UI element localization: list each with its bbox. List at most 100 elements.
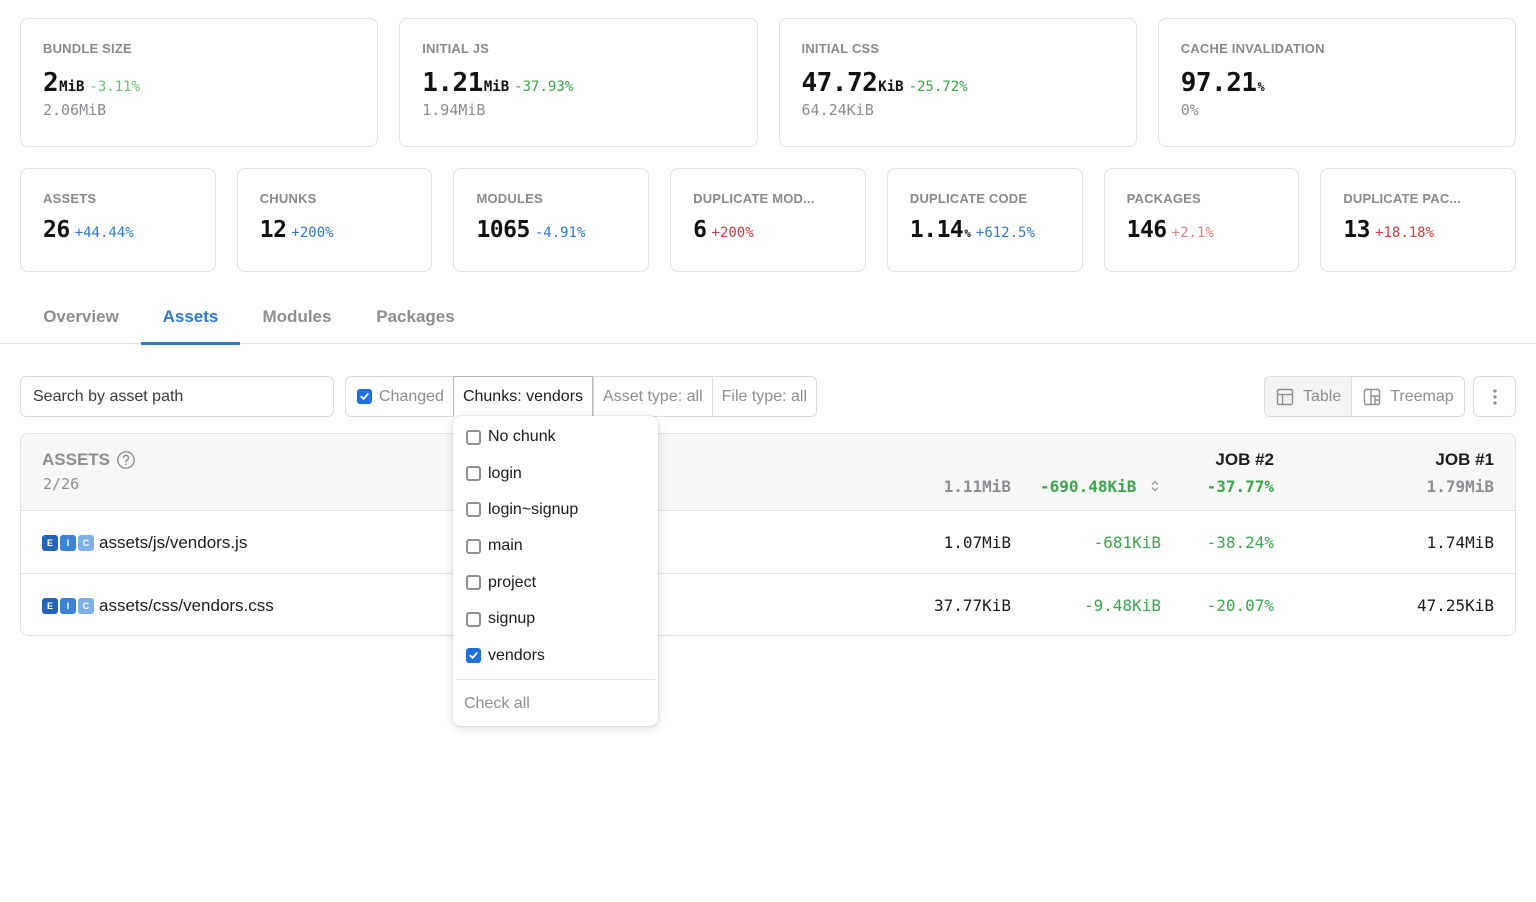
table-view-label: Table [1303,387,1342,405]
kebab-menu-icon [1492,388,1497,405]
chunk-option-label: login [488,464,522,482]
chunk-option-label: vendors [488,646,545,664]
filter-group: Changed Chunks: vendors Asset type: all … [345,376,817,417]
chunk-option-signup[interactable]: signup [453,601,658,637]
metric-label: Initial JS [422,41,490,56]
treemap-view-label: Treemap [1390,387,1454,405]
chunk-badge: C [78,597,94,614]
checkbox-unchecked[interactable] [466,466,481,482]
chunk-option-login-signup[interactable]: login~signup [453,492,658,528]
checkbox-checked[interactable] [466,648,481,664]
job1-column-header[interactable]: JOB #1 [1435,450,1494,470]
job1-size: 47.25KiB [1416,596,1494,615]
job1-size: 1.74MiB [1426,533,1494,552]
metric-card-assets[interactable]: Assets 26 +44.44% [20,168,216,272]
metric-delta: -3.11% [89,79,141,95]
table-header: Assets 2/26 JOB #2 JOB #1 1.11MiB -690.4… [21,434,1515,511]
metric-value: 6 [693,217,707,243]
metric-value: 2 [43,68,59,98]
sort-icon[interactable] [1149,479,1161,493]
chunk-option-login[interactable]: login [453,455,658,491]
total-delta: -690.48KiB [1040,477,1137,496]
total-job1-size: 1.79MiB [1426,477,1494,496]
check-all-button[interactable]: Check all [453,680,658,728]
metric-card-modules[interactable]: Modules 1065 -4.91% [453,168,650,272]
metric-baseline: 0% [1180,101,1199,119]
tab-overview[interactable]: Overview [41,290,121,344]
metric-label: Chunks [259,191,317,206]
initial-badge: I [60,597,76,614]
checkbox-unchecked[interactable] [466,611,481,627]
metric-delta: +44.44% [74,225,134,241]
table-row[interactable]: E I C assets/css/vendors.css 37.77KiB -9… [21,574,1515,635]
table-row[interactable]: E I C assets/js/vendors.js 1.07MiB -681K… [21,511,1515,574]
metric-baseline: 2.06MiB [43,101,107,119]
metric-card-duplicate-code[interactable]: Duplicate code 1.14 % +612.5% [886,168,1083,272]
size-delta-percent: -38.24% [1206,533,1274,552]
metric-card-initial-css[interactable]: Initial CSS 47.72 KiB -25.72% 64.24KiB [778,18,1137,147]
tab-packages[interactable]: Packages [375,290,456,344]
metric-card-duplicate-modules[interactable]: Duplicate mod... 6 +200% [670,168,866,272]
metric-label: Bundle size [43,41,132,56]
metric-card-packages[interactable]: Packages 146 +2.1% [1103,168,1300,272]
asset-type-filter-button[interactable]: Asset type: all [593,377,712,416]
size-delta: -681KiB [1093,533,1161,552]
check-icon [360,393,369,400]
assets-column-header[interactable]: Assets [42,450,136,470]
asset-cell: E I C assets/css/vendors.css [42,574,274,635]
entry-badge: E [42,597,58,614]
metric-card-initial-js[interactable]: Initial JS 1.21 MiB -37.93% 1.94MiB [399,18,758,147]
chunk-option-vendors[interactable]: vendors [453,637,658,673]
search-input[interactable]: Search by asset path [20,376,334,417]
table-icon [1276,388,1294,405]
metric-value: 97.21 [1180,68,1257,98]
assets-count: 2/26 [43,475,80,493]
initial-badge: I [60,534,76,551]
metric-label: Cache invalidation [1180,41,1325,56]
checkbox-unchecked[interactable] [466,502,481,518]
metric-card-chunks[interactable]: Chunks 12 +200% [236,168,433,272]
checkbox-unchecked[interactable] [466,429,481,445]
tab-modules[interactable]: Modules [261,290,333,344]
primary-metrics: Bundle size 2 MiB -3.11% 2.06MiB Initial… [20,18,1516,147]
metric-value: 26 [43,217,70,243]
metric-delta: +200% [291,225,334,241]
chunk-option-label: signup [488,610,536,628]
metric-label: Initial CSS [801,41,880,56]
chunk-option-main[interactable]: main [453,528,658,564]
checkbox-unchecked[interactable] [466,575,481,591]
changed-filter[interactable]: Changed [346,377,453,416]
total-delta-sortable[interactable]: -690.48KiB [1040,477,1161,496]
asset-cell: E I C assets/js/vendors.js [42,511,247,574]
table-view-button[interactable]: Table [1265,377,1353,416]
help-icon[interactable] [116,450,136,470]
asset-path-link[interactable]: assets/css/vendors.css [99,596,274,616]
more-options-button[interactable] [1473,376,1516,417]
checkbox-unchecked[interactable] [466,538,481,554]
secondary-metrics: Assets 26 +44.44% Chunks 12 +200% Module… [20,168,1517,272]
total-delta-percent: -37.77% [1206,477,1274,496]
file-type-filter-button[interactable]: File type: all [711,377,816,416]
chunk-option-no-chunk[interactable]: No chunk [453,419,658,455]
metric-label: Duplicate code [909,191,1028,206]
metric-card-cache-invalidation[interactable]: Cache invalidation 97.21 % 0% [1157,18,1516,147]
metric-value: 1.14 [909,217,964,243]
metric-card-duplicate-packages[interactable]: Duplicate pac... 13 +18.18% [1320,168,1517,272]
changed-checkbox[interactable] [357,389,372,404]
metric-value: 13 [1343,217,1371,243]
asset-flags: E I C [42,534,94,551]
check-icon [469,652,478,659]
chunk-option-project[interactable]: project [453,565,658,601]
job2-size: 1.07MiB [943,533,1011,552]
chunk-badge: C [78,534,94,551]
asset-flags: E I C [42,597,94,614]
tab-assets[interactable]: Assets [141,290,240,345]
metric-card-bundle-size[interactable]: Bundle size 2 MiB -3.11% 2.06MiB [20,18,379,147]
asset-path-link[interactable]: assets/js/vendors.js [99,533,247,553]
chunks-filter-button[interactable]: Chunks: vendors [452,376,594,417]
metric-baseline: 64.24KiB [801,101,874,119]
job2-column-header[interactable]: JOB #2 [1215,450,1274,470]
metric-unit: KiB [878,79,904,95]
treemap-view-button[interactable]: Treemap [1352,377,1463,416]
metric-unit: % [1257,80,1265,94]
